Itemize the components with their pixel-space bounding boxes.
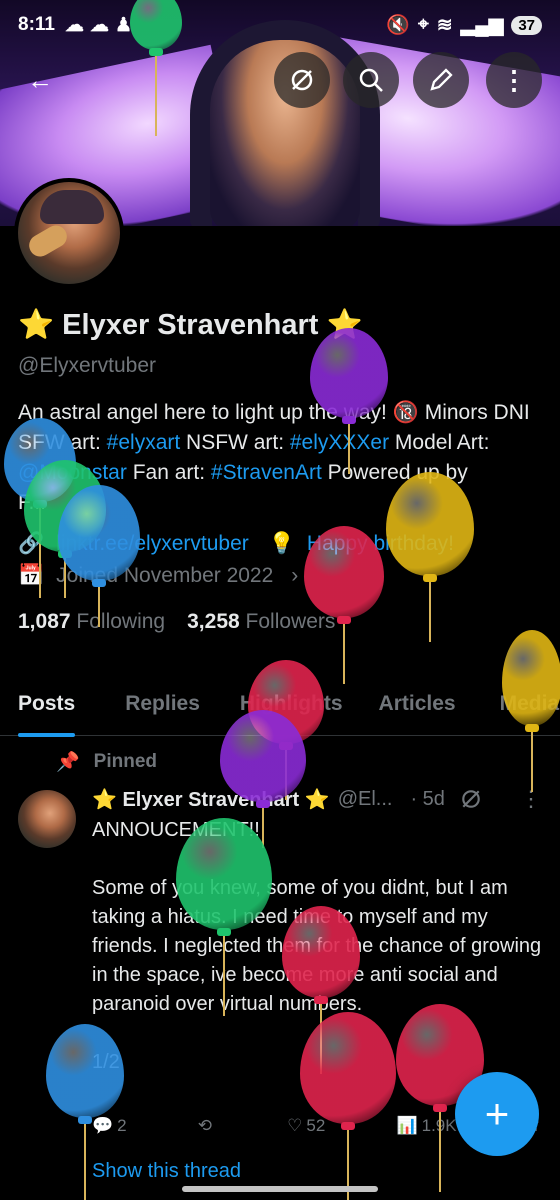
weather-icon: ☁ xyxy=(64,14,84,36)
post-header: ⭐ Elyxer Stravenhart ⭐ @El... · 5d ⋮ xyxy=(92,786,542,812)
location-icon: ⌖ xyxy=(418,14,429,35)
pin-icon: 📌 xyxy=(56,752,80,773)
mute-icon: 🔇 xyxy=(386,15,410,36)
profile-links-row: 🔗 linktr.ee/elyxervtuber 💡 Happy birthda… xyxy=(18,532,542,556)
figure-icon: ♟ xyxy=(114,14,133,36)
calendar-icon: 📅 xyxy=(18,564,45,587)
joined-date: Joined November 2022 xyxy=(56,564,274,587)
wifi-icon: ≋ xyxy=(436,14,453,36)
tab-posts[interactable]: Posts xyxy=(18,672,76,737)
post-handle: @El... xyxy=(337,787,393,810)
profile-avatar[interactable] xyxy=(14,178,124,288)
views-icon: 📊 xyxy=(396,1116,418,1135)
tab-articles[interactable]: Articles xyxy=(379,672,456,736)
reply-button[interactable]: 💬 2 xyxy=(92,1116,127,1136)
follow-stats: 1,087 Following 3,258 Followers xyxy=(18,610,542,634)
grok-button[interactable] xyxy=(274,52,330,108)
pinned-indicator: 📌 Pinned xyxy=(56,751,158,773)
reply-icon: 💬 xyxy=(92,1116,114,1135)
like-button[interactable]: ♡ 52 xyxy=(287,1116,325,1136)
more-icon: ⋮ xyxy=(501,64,527,95)
link-icon: 🔗 xyxy=(18,532,45,555)
hashtag-link[interactable]: #elyxart xyxy=(107,431,181,454)
display-name: ⭐ Elyxer Stravenhart ⭐ xyxy=(18,309,363,341)
search-button[interactable] xyxy=(343,52,399,108)
following-link[interactable]: 1,087 Following xyxy=(18,610,165,634)
post-author[interactable]: ⭐ Elyxer Stravenhart ⭐ xyxy=(92,787,330,812)
signal-icon: ▂▄▆ xyxy=(460,14,504,36)
search-icon xyxy=(359,68,383,92)
gesture-bar xyxy=(182,1186,378,1192)
post-avatar[interactable] xyxy=(18,790,76,848)
status-time: 8:11 xyxy=(18,14,55,35)
more-button[interactable]: ⋮ xyxy=(486,52,542,108)
birthday-icon: 💡 xyxy=(268,532,295,555)
hashtag-link[interactable]: #elyXXXer xyxy=(290,431,389,454)
edit-icon xyxy=(430,68,453,91)
profile-info: ⭐ Elyxer Stravenhart ⭐ @Elyxervtuber An … xyxy=(18,300,542,634)
grok-icon[interactable] xyxy=(459,787,483,811)
edit-button[interactable] xyxy=(413,52,469,108)
profile-website-link[interactable]: linktr.ee/elyxervtuber xyxy=(56,532,249,556)
cloud-icon: ☁ xyxy=(89,14,109,36)
mention-link[interactable]: @Moonstar xyxy=(18,461,127,484)
back-button[interactable]: ← xyxy=(12,52,68,108)
grok-icon xyxy=(291,69,313,91)
post-body[interactable]: ANNOUCEMENT!! Some of you knew, some of … xyxy=(92,816,542,1077)
tab-media[interactable]: Media xyxy=(500,672,560,736)
battery-icon: 37 xyxy=(511,15,542,35)
hashtag-link[interactable]: #StravenArt xyxy=(211,461,322,484)
repost-button[interactable]: ⟲ xyxy=(198,1116,216,1136)
joined-row[interactable]: 📅 Joined November 2022 › xyxy=(18,564,542,588)
heart-icon: ♡ xyxy=(287,1116,303,1135)
profile-tabs: Posts Replies Highlights Articles Media xyxy=(0,672,560,737)
birthday-text: Happy birthday! xyxy=(306,532,454,555)
repost-icon: ⟲ xyxy=(197,1116,213,1135)
post-more-icon[interactable]: ⋮ xyxy=(520,786,542,812)
back-arrow-icon: ← xyxy=(27,64,53,95)
views-button[interactable]: 📊 1.9K xyxy=(396,1116,456,1136)
tab-replies[interactable]: Replies xyxy=(125,672,200,736)
plus-icon: + xyxy=(484,1090,510,1137)
profile-handle: @Elyxervtuber xyxy=(18,354,157,377)
chevron-right-icon: › xyxy=(291,564,299,587)
compose-button[interactable]: + xyxy=(455,1072,539,1156)
followers-link[interactable]: 3,258 Followers xyxy=(187,610,335,634)
tab-highlights[interactable]: Highlights xyxy=(240,672,343,736)
status-bar: 8:11 ☁ ☁ ♟ 🔇 ⌖ ≋ ▂▄▆ 37 xyxy=(0,0,560,50)
show-thread-link[interactable]: Show this thread xyxy=(92,1160,241,1183)
post-time: · 5d xyxy=(410,787,445,810)
profile-bio: An astral angel here to light up the way… xyxy=(18,401,530,514)
avatar-image xyxy=(18,182,120,284)
